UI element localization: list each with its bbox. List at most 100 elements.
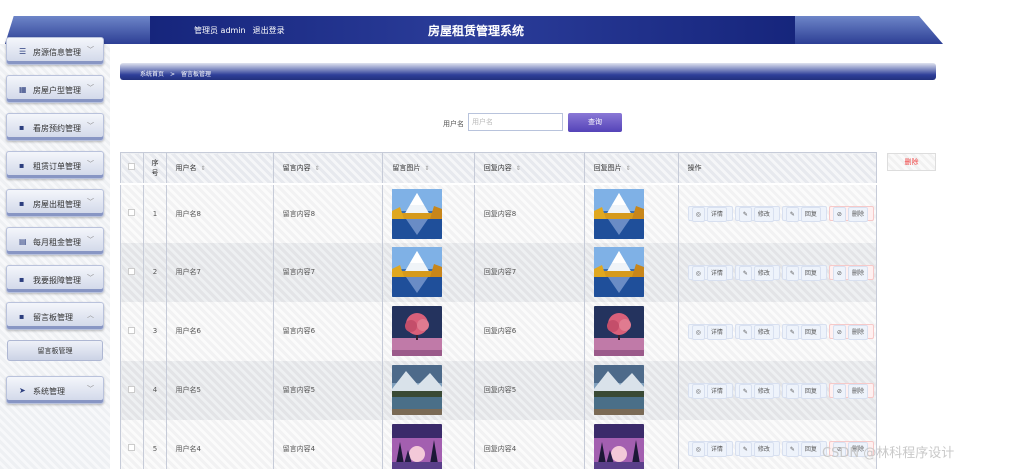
delete-button[interactable]: ⊘ 删除 — [828, 206, 874, 222]
row-checkbox[interactable] — [128, 267, 135, 275]
table-header-row: 序号 用户名 ⇕ 留言内容 ⇕ 留言图片 ⇕ 回复内容 ⇕ 回复图片 ⇕ 操作 — [120, 152, 878, 185]
sort-icon[interactable]: ⇕ — [315, 165, 320, 172]
column-header-username[interactable]: 用户名 ⇕ — [166, 152, 274, 185]
delete-button[interactable]: ⊘ 删除 — [828, 264, 874, 281]
pencil-icon: ✎ — [785, 324, 799, 340]
pencil-icon: ✎ — [785, 265, 799, 281]
autumn-lake-mountain-thumbnail[interactable] — [392, 247, 443, 297]
reply-button[interactable]: ✎ 回复 — [781, 441, 827, 458]
row-checkbox[interactable] — [128, 444, 135, 452]
sidebar-item-0[interactable]: ☰ 房源信息管理 ﹀ — [6, 37, 104, 65]
row-select-cell[interactable] — [120, 301, 145, 361]
detail-button[interactable]: ◎ 详情 — [687, 206, 733, 222]
edit-button[interactable]: ✎ 修改 — [734, 382, 780, 399]
sidebar-item-6[interactable]: ▪ 我要报障管理 ﹀ — [6, 265, 104, 293]
edit-button[interactable]: ✎ 修改 — [734, 206, 780, 222]
snowy-mountain-lake-thumbnail[interactable] — [593, 365, 644, 415]
pink-tree-field-thumbnail[interactable] — [392, 306, 443, 356]
pencil-icon: ✎ — [738, 383, 752, 399]
sidebar-item-label: 房源信息管理 — [33, 48, 81, 57]
column-header-reply-image[interactable]: 回复图片 ⇕ — [584, 152, 679, 185]
select-all-header[interactable] — [120, 152, 145, 185]
chevron-down-icon: ﹀ — [87, 122, 94, 130]
row-select-cell[interactable] — [120, 360, 145, 420]
snowy-mountain-lake-thumbnail[interactable] — [392, 365, 443, 415]
content-cell: 留言内容6 — [273, 301, 384, 361]
sidebar-subitem-guestbook[interactable]: 留言板管理 — [7, 340, 103, 361]
edit-button[interactable]: ✎ 修改 — [734, 264, 780, 281]
header-right-wing — [793, 16, 943, 44]
detail-button[interactable]: ◎ 详情 — [687, 264, 733, 281]
bulk-delete-button[interactable]: 删除 — [887, 153, 936, 171]
row-select-cell[interactable] — [120, 242, 145, 302]
purple-sunset-trees-thumbnail[interactable] — [593, 423, 644, 469]
image-cell — [382, 242, 475, 302]
detail-button[interactable]: ◎ 详情 — [687, 382, 733, 399]
sidebar-item-8[interactable]: ➤ 系统管理 ﹀ — [6, 376, 104, 404]
detail-label: 详情 — [706, 442, 727, 458]
row-checkbox[interactable] — [128, 385, 135, 393]
sort-icon[interactable]: ⇕ — [201, 165, 206, 172]
column-header-image[interactable]: 留言图片 ⇕ — [382, 152, 475, 185]
user-info: 管理员 admin 退出登录 — [194, 25, 292, 36]
row-select-cell[interactable] — [120, 419, 145, 469]
reply-image-cell — [584, 242, 679, 302]
image-cell — [382, 419, 475, 469]
delete-button[interactable]: ⊘ 删除 — [828, 323, 874, 340]
column-header-reply-image-label: 回复图片 — [593, 163, 622, 172]
actions-cell: ◎ 详情 ✎ 修改 ✎ 回复 ⊘ 删除 — [678, 242, 878, 302]
sidebar-item-3[interactable]: ▪ 租赁订单管理 ﹀ — [6, 151, 104, 179]
sidebar-item-label: 房屋户型管理 — [33, 86, 81, 95]
sidebar-item-7[interactable]: ▪ 留言板管理 ︿ — [6, 302, 104, 330]
sidebar-item-4[interactable]: ▪ 房屋出租管理 ﹀ — [6, 189, 104, 217]
search-button[interactable]: 查询 — [568, 113, 622, 132]
sort-icon[interactable]: ⇕ — [516, 165, 521, 172]
sidebar-item-2[interactable]: ▪ 看房预约管理 ﹀ — [6, 113, 104, 141]
detail-label: 详情 — [706, 265, 727, 281]
calendar-icon: ▤ — [19, 237, 27, 246]
pencil-icon: ✎ — [738, 265, 752, 281]
column-header-actions: 操作 — [678, 152, 878, 185]
reply-label: 回复 — [800, 324, 821, 340]
detail-button[interactable]: ◎ 详情 — [687, 441, 733, 458]
username-cell: 用户名5 — [166, 360, 274, 420]
edit-label: 修改 — [753, 442, 774, 458]
purple-sunset-trees-thumbnail[interactable] — [392, 423, 443, 469]
edit-button[interactable]: ✎ 修改 — [734, 323, 780, 340]
edit-label: 修改 — [753, 207, 774, 222]
reply-button[interactable]: ✎ 回复 — [781, 264, 827, 281]
delete-button[interactable]: ⊘ 删除 — [828, 382, 874, 399]
sidebar-item-5[interactable]: ▤ 每月租金管理 ﹀ — [6, 227, 104, 255]
autumn-lake-mountain-thumbnail[interactable] — [593, 188, 644, 239]
sort-icon[interactable]: ⇕ — [424, 165, 429, 172]
pink-tree-field-thumbnail[interactable] — [593, 306, 644, 356]
sort-icon[interactable]: ⇕ — [626, 165, 631, 172]
guestbook-table: 序号 用户名 ⇕ 留言内容 ⇕ 留言图片 ⇕ 回复内容 ⇕ 回复图片 ⇕ 操作 1 用户名8… — [120, 152, 878, 469]
edit-button[interactable]: ✎ 修改 — [734, 441, 780, 458]
reply-button[interactable]: ✎ 回复 — [781, 323, 827, 340]
reply-button[interactable]: ✎ 回复 — [781, 206, 827, 222]
watermark: CSDN @林科程序设计 — [822, 446, 955, 461]
detail-button[interactable]: ◎ 详情 — [687, 323, 733, 340]
row-checkbox[interactable] — [128, 326, 135, 334]
row-checkbox[interactable] — [128, 209, 135, 216]
detail-label: 详情 — [706, 324, 727, 340]
sidebar-item-label: 我要报障管理 — [33, 276, 81, 285]
detail-label: 详情 — [706, 383, 727, 399]
logout-link[interactable]: 退出登录 — [253, 26, 285, 35]
autumn-lake-mountain-thumbnail[interactable] — [593, 247, 644, 297]
column-header-content[interactable]: 留言内容 ⇕ — [273, 152, 384, 185]
autumn-lake-mountain-thumbnail[interactable] — [392, 188, 443, 239]
breadcrumb-home[interactable]: 系统首页 — [140, 71, 164, 78]
search-input[interactable]: 用户名 — [468, 113, 563, 131]
breadcrumb-current: 留言板管理 — [181, 71, 212, 78]
sidebar-item-label: 留言板管理 — [33, 313, 73, 322]
row-select-cell[interactable] — [120, 183, 145, 243]
column-header-reply-label: 回复内容 — [483, 163, 512, 172]
select-all-checkbox[interactable] — [128, 163, 135, 171]
column-header-reply[interactable]: 回复内容 ⇕ — [474, 152, 585, 185]
pencil-icon: ✎ — [785, 207, 799, 222]
content-cell: 留言内容4 — [273, 419, 384, 469]
sidebar-item-1[interactable]: ▦ 房屋户型管理 ﹀ — [6, 75, 104, 103]
reply-button[interactable]: ✎ 回复 — [781, 382, 827, 399]
